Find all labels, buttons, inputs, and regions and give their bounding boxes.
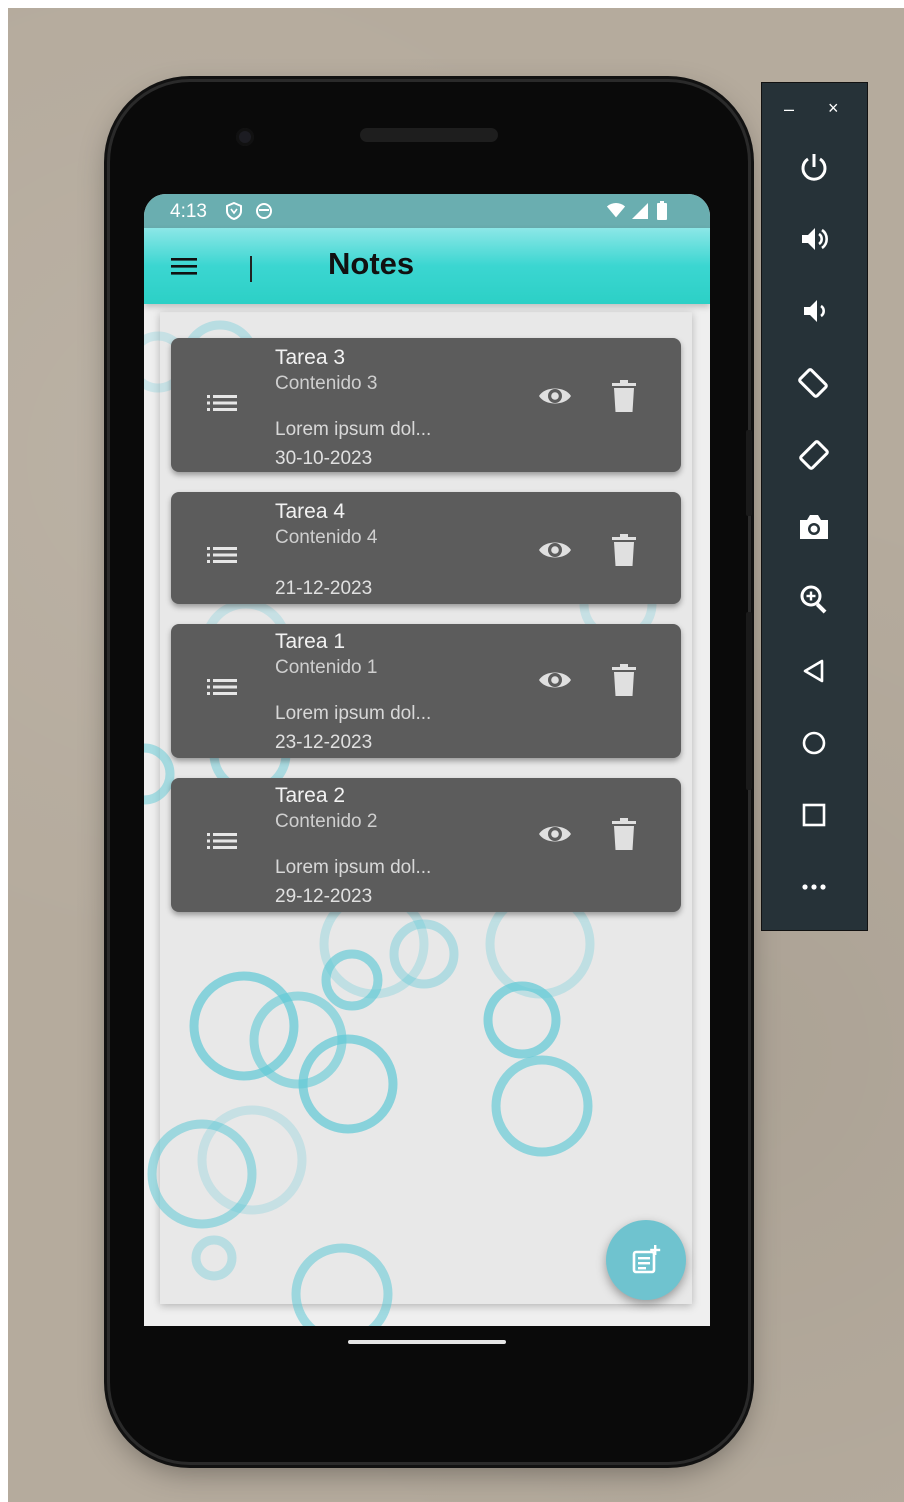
note-card[interactable]: Tarea 4 Contenido 4 21-12-2023: [171, 492, 681, 604]
trash-icon: [612, 664, 636, 696]
list-icon: [207, 547, 237, 563]
home-button[interactable]: [792, 721, 836, 765]
title-divider: [250, 256, 252, 282]
home-icon: [802, 731, 826, 755]
note-date: 29-12-2023: [275, 886, 373, 907]
power-side-button: [746, 430, 752, 516]
camera-icon: [800, 515, 828, 539]
volume-up-button[interactable]: [792, 217, 836, 261]
note-description: Lorem ipsum dol...: [275, 857, 432, 878]
more-button[interactable]: [792, 865, 836, 909]
power-icon: [801, 154, 827, 181]
note-title: Tarea 1: [275, 630, 346, 653]
trash-icon: [612, 818, 636, 850]
add-note-icon: [632, 1245, 661, 1274]
view-button[interactable]: [537, 532, 573, 568]
front-camera: [236, 128, 254, 146]
list-icon: [207, 395, 237, 411]
trash-icon: [612, 380, 636, 412]
note-date: 23-12-2023: [275, 732, 373, 753]
note-description: Lorem ipsum dol...: [275, 419, 432, 440]
note-content: Contenido 4: [275, 527, 378, 548]
gesture-nav-bar[interactable]: [348, 1340, 506, 1344]
volume-up-icon: [802, 228, 828, 250]
app-bar: Notes: [144, 228, 710, 304]
rotate-right-button[interactable]: [792, 433, 836, 477]
volume-side-button: [746, 612, 752, 790]
power-button[interactable]: [792, 145, 836, 189]
battery-icon: [652, 201, 672, 221]
note-card[interactable]: Tarea 2 Contenido 2 Lorem ipsum dol... 2…: [171, 778, 681, 912]
note-title: Tarea 4: [275, 500, 346, 523]
note-title: Tarea 3: [275, 346, 346, 369]
status-time: 4:13: [170, 201, 207, 222]
overview-icon: [802, 803, 826, 827]
page-title: Notes: [328, 246, 415, 281]
minimize-button[interactable]: –: [784, 99, 794, 120]
wifi-icon: [606, 201, 626, 221]
rotate-left-icon: [798, 368, 828, 398]
menu-button[interactable]: [170, 252, 198, 280]
delete-button[interactable]: [609, 662, 639, 698]
delete-button[interactable]: [609, 378, 639, 414]
view-button[interactable]: [537, 662, 573, 698]
screenshot-button[interactable]: [792, 505, 836, 549]
emulator-toolbar: – ×: [761, 82, 868, 931]
note-card[interactable]: Tarea 3 Contenido 3 Lorem ipsum dol... 3…: [171, 338, 681, 472]
rotate-right-icon: [799, 440, 829, 470]
view-button[interactable]: [537, 816, 573, 852]
close-button[interactable]: ×: [828, 98, 839, 119]
note-card[interactable]: Tarea 1 Contenido 1 Lorem ipsum dol... 2…: [171, 624, 681, 758]
volume-down-button[interactable]: [792, 289, 836, 333]
rotate-left-button[interactable]: [792, 361, 836, 405]
note-description: Lorem ipsum dol...: [275, 703, 432, 724]
earpiece-speaker: [360, 128, 498, 142]
note-title: Tarea 2: [275, 784, 346, 807]
note-date: 21-12-2023: [275, 578, 373, 599]
delete-button[interactable]: [609, 532, 639, 568]
list-icon: [207, 679, 237, 695]
overview-button[interactable]: [792, 793, 836, 837]
zoom-icon: [800, 585, 827, 614]
signal-icon: [630, 201, 650, 221]
volume-down-icon: [804, 300, 825, 322]
note-content: Contenido 2: [275, 811, 378, 832]
zoom-button[interactable]: [792, 577, 836, 621]
view-button[interactable]: [537, 378, 573, 414]
menu-icon: [171, 258, 197, 275]
note-content: Contenido 3: [275, 373, 378, 394]
delete-button[interactable]: [609, 816, 639, 852]
sync-icon: [254, 201, 274, 221]
back-icon: [803, 659, 824, 683]
back-button[interactable]: [792, 649, 836, 693]
phone-screen: 4:13 Notes Tarea 3 Contenido 3 Lorem ips…: [144, 194, 710, 1326]
more-icon: [802, 884, 826, 890]
note-content: Contenido 1: [275, 657, 378, 678]
list-icon: [207, 833, 237, 849]
add-note-button[interactable]: [606, 1220, 686, 1300]
trash-icon: [612, 534, 636, 566]
note-date: 30-10-2023: [275, 448, 373, 469]
shield-icon: [224, 201, 244, 221]
status-bar: 4:13: [144, 194, 710, 228]
